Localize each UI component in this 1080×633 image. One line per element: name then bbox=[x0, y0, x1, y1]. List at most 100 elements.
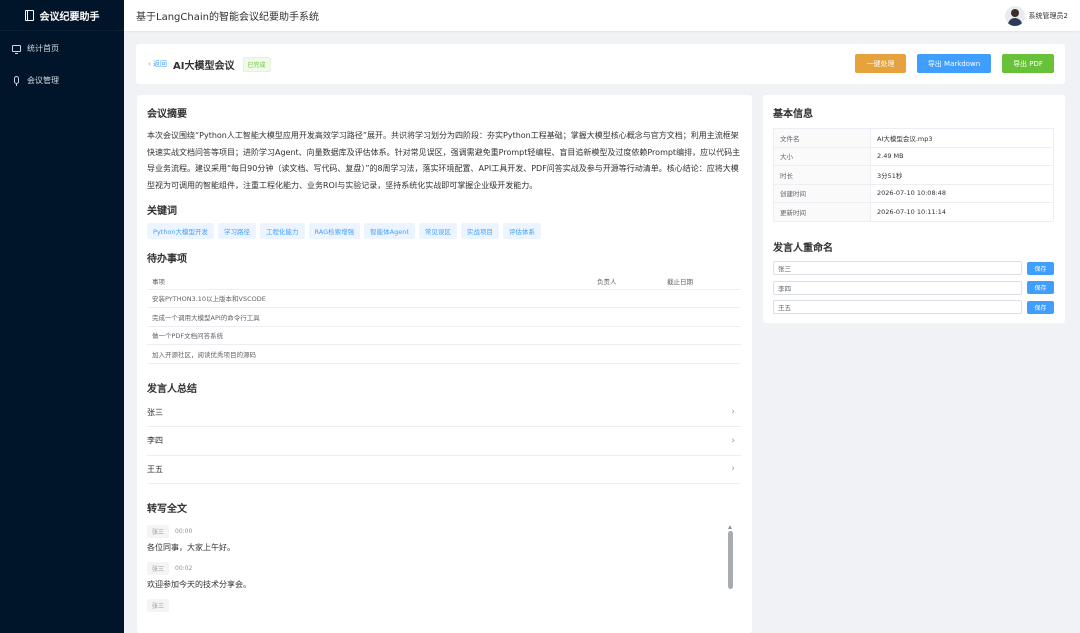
microphone-icon bbox=[14, 76, 19, 86]
rename-row: 保存 bbox=[773, 298, 1055, 318]
page-title: AI大模型会议 bbox=[173, 60, 235, 72]
keyword-tag: 智能体Agent bbox=[364, 223, 415, 239]
todo-due bbox=[662, 289, 741, 308]
table-row: 安装PYTHON3.10以上版本和VSCODE bbox=[147, 289, 741, 308]
info-key: 创建时间 bbox=[773, 183, 871, 203]
todo-table: 事项 负责人 截止日期 安装PYTHON3.10以上版本和VSCODE 完成一个… bbox=[147, 273, 741, 364]
info-key: 时长 bbox=[773, 165, 871, 185]
todo-item: 完成一个调用大模型API的命令行工具 bbox=[147, 307, 592, 327]
sidebar: 会议纪要助手 统计首页 会议管理 bbox=[0, 0, 124, 633]
todo-item: 加入开源社区，阅读优秀项目的源码 bbox=[147, 344, 592, 364]
todo-item: 安装PYTHON3.10以上版本和VSCODE bbox=[147, 289, 592, 308]
todo-due bbox=[662, 307, 741, 327]
info-key: 更新时间 bbox=[773, 202, 871, 222]
speaker-summary-item[interactable]: 张三 › bbox=[147, 399, 741, 427]
speaker-summary-heading: 发言人总结 bbox=[147, 383, 197, 395]
chevron-right-icon: › bbox=[731, 464, 735, 475]
scroll-up-arrow-icon[interactable] bbox=[728, 525, 732, 529]
speaker-name: 李四 bbox=[147, 436, 163, 446]
keyword-tag: RAG检索增强 bbox=[308, 223, 361, 239]
table-row: 大小 2.49 MB bbox=[773, 146, 1054, 166]
brand: 会议纪要助手 bbox=[0, 0, 124, 31]
save-button[interactable]: 保存 bbox=[1027, 281, 1054, 295]
speaker-summary-item[interactable]: 王五 › bbox=[147, 456, 741, 484]
table-row: 做一个PDF文档问答系统 bbox=[147, 326, 741, 345]
speaker-name: 王五 bbox=[147, 464, 163, 474]
todo-owner bbox=[592, 344, 662, 364]
table-row: 文件名 AI大模型会议.mp3 bbox=[773, 128, 1054, 148]
info-value: 2.49 MB bbox=[870, 146, 1054, 166]
sidebar-item-label: 会议管理 bbox=[27, 75, 59, 85]
info-key: 大小 bbox=[773, 146, 871, 166]
transcript-line: 张三 00:00 各位同事，大家上午好。 bbox=[147, 525, 741, 553]
timestamp: 00:02 bbox=[175, 565, 193, 572]
avatar bbox=[1004, 5, 1025, 26]
todo-due bbox=[662, 326, 741, 345]
meeting-titlebar: ‹ 返回 AI大模型会议 已完成 一键处理 导出 Markdown 导出 PDF bbox=[136, 44, 1065, 84]
chevron-right-icon: › bbox=[731, 407, 735, 418]
keywords-heading: 关键词 bbox=[147, 206, 177, 217]
meeting-detail-card: 会议摘要 本次会议围绕“Python人工智能大模型应用开发高效学习路径”展开。共… bbox=[137, 95, 752, 633]
speaker-name-input[interactable] bbox=[773, 261, 1022, 276]
table-header-row: 事项 负责人 截止日期 bbox=[147, 273, 741, 290]
rename-heading: 发言人重命名 bbox=[773, 242, 833, 254]
todo-owner bbox=[592, 307, 662, 327]
transcript-line: 张三 bbox=[147, 599, 741, 612]
todos-heading: 待办事项 bbox=[147, 254, 187, 265]
speaker-name-input[interactable] bbox=[773, 280, 1022, 295]
column-header: 负责人 bbox=[592, 273, 662, 290]
user-menu[interactable]: 系统管理员2 bbox=[1004, 5, 1068, 26]
table-row: 完成一个调用大模型API的命令行工具 bbox=[147, 307, 741, 327]
info-value: 2026-07-10 10:11:14 bbox=[870, 202, 1054, 222]
transcript-text: 各位同事，大家上午好。 bbox=[147, 543, 235, 552]
todo-owner bbox=[592, 289, 662, 308]
speaker-tag: 张三 bbox=[147, 562, 170, 575]
keyword-tag: 常见误区 bbox=[418, 223, 457, 239]
column-header: 事项 bbox=[147, 273, 592, 290]
rename-row: 保存 bbox=[773, 278, 1055, 298]
keyword-tag: 学习路径 bbox=[218, 223, 257, 239]
transcript-heading: 转写全文 bbox=[147, 504, 187, 515]
back-link[interactable]: ‹ 返回 bbox=[148, 59, 167, 69]
speaker-name: 张三 bbox=[147, 407, 163, 417]
timestamp: 00:00 bbox=[175, 528, 193, 535]
transcript-scrollbar[interactable] bbox=[728, 525, 733, 591]
status-badge: 已完成 bbox=[242, 56, 271, 72]
basic-info-heading: 基本信息 bbox=[773, 109, 813, 120]
info-value: 3分51秒 bbox=[870, 165, 1054, 185]
info-value: AI大模型会议.mp3 bbox=[870, 128, 1054, 148]
speaker-tag: 张三 bbox=[147, 525, 170, 538]
summary-heading: 会议摘要 bbox=[147, 109, 187, 120]
info-value: 2026-07-10 10:08:48 bbox=[870, 183, 1054, 203]
scroll-thumb[interactable] bbox=[728, 531, 733, 589]
action-buttons: 一键处理 导出 Markdown 导出 PDF bbox=[855, 54, 1054, 73]
save-button[interactable]: 保存 bbox=[1027, 261, 1054, 275]
keyword-tag: 实战项目 bbox=[460, 223, 499, 239]
sidebar-item-label: 统计首页 bbox=[27, 43, 59, 53]
table-row: 时长 3分51秒 bbox=[773, 165, 1054, 185]
keyword-tag: 工程化能力 bbox=[260, 223, 305, 239]
export-markdown-button[interactable]: 导出 Markdown bbox=[917, 54, 991, 73]
user-name: 系统管理员2 bbox=[1028, 11, 1068, 20]
speaker-summary-item[interactable]: 李四 › bbox=[147, 427, 741, 456]
info-key: 文件名 bbox=[773, 128, 871, 148]
info-side-card: 基本信息 文件名 AI大模型会议.mp3 大小 2.49 MB 时长 3分51秒… bbox=[763, 95, 1065, 323]
transcript-line: 张三 00:02 欢迎参加今天的技术分享会。 bbox=[147, 562, 741, 590]
header-title: 基于LangChain的智能会议纪要助手系统 bbox=[136, 12, 319, 23]
save-button[interactable]: 保存 bbox=[1027, 300, 1054, 314]
todo-item: 做一个PDF文档问答系统 bbox=[147, 326, 592, 345]
column-header: 截止日期 bbox=[662, 273, 741, 290]
table-row: 创建时间 2026-07-10 10:08:48 bbox=[773, 183, 1054, 203]
speaker-name-input[interactable] bbox=[773, 300, 1022, 315]
sidebar-item-meetings[interactable]: 会议管理 bbox=[0, 64, 124, 96]
transcript-panel[interactable]: 张三 00:00 各位同事，大家上午好。 张三 00:02 欢迎参加今天的技术分… bbox=[147, 525, 741, 615]
keyword-tag: 评估体系 bbox=[502, 223, 541, 239]
process-button[interactable]: 一键处理 bbox=[855, 54, 906, 73]
chevron-right-icon: › bbox=[731, 435, 735, 446]
sidebar-item-stats[interactable]: 统计首页 bbox=[0, 32, 124, 64]
summary-text: 本次会议围绕“Python人工智能大模型应用开发高效学习路径”展开。共识将学习划… bbox=[147, 131, 741, 190]
speaker-tag: 张三 bbox=[147, 599, 170, 612]
todo-owner bbox=[592, 326, 662, 345]
export-pdf-button[interactable]: 导出 PDF bbox=[1002, 54, 1054, 73]
table-row: 加入开源社区，阅读优秀项目的源码 bbox=[147, 344, 741, 364]
